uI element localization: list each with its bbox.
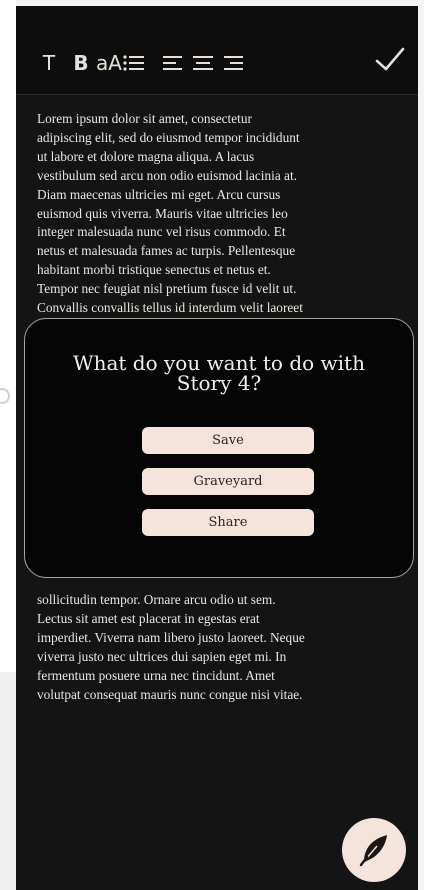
text-tool-button[interactable]: T [38,49,60,77]
align-center-button[interactable] [192,53,214,81]
story-text-top[interactable]: Lorem ipsum dolor sit amet, consectetur … [37,110,399,318]
align-left-button[interactable] [162,53,184,81]
dialog-title-line2: Story 4? [176,371,262,395]
editor-toolbar: T B aA [16,6,418,95]
align-center-icon [193,56,213,70]
align-left-icon [163,56,182,70]
dialog-title: What do you want to do with Story 4? [45,353,393,393]
align-right-button[interactable] [222,53,244,81]
font-size-tool-button[interactable]: aA [95,49,123,77]
story-text-bottom[interactable]: sollicitudin tempor. Ornare arcu odio ut… [37,591,399,704]
confirm-button[interactable] [374,44,406,76]
bold-tool-label: B [73,51,89,75]
bold-tool-button[interactable]: B [70,49,92,77]
share-button[interactable]: Share [142,509,314,536]
list-icon [123,55,144,71]
text-tool-label: T [42,51,56,75]
font-size-tool-label: aA [96,51,122,75]
checkmark-icon [375,47,405,71]
save-button[interactable]: Save [142,427,314,454]
story-action-dialog: What do you want to do with Story 4? Sav… [24,318,414,578]
align-right-icon [224,56,243,70]
list-button[interactable] [122,53,146,81]
editor-screen: T B aA Lorem ipsum dolor sit amet, conse… [16,6,418,890]
graveyard-button[interactable]: Graveyard [142,468,314,495]
quill-icon [359,835,387,867]
write-fab-button[interactable] [342,818,406,882]
left-edge-panel [0,672,16,890]
